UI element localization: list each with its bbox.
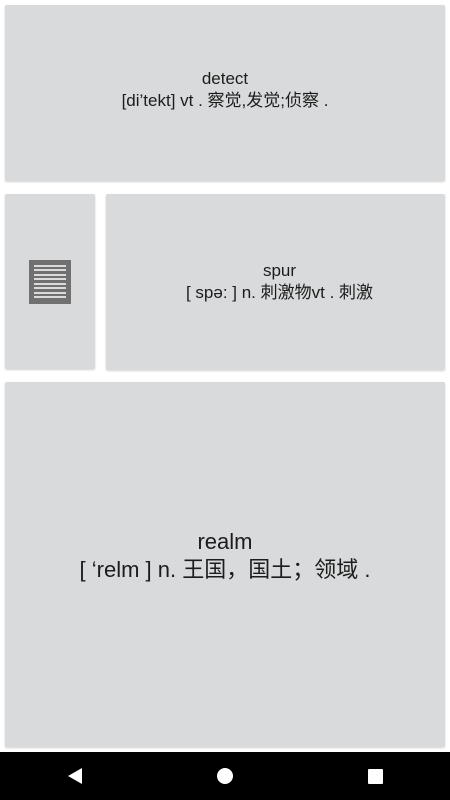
word-card-content: spur [ spə: ] n. 刺激物vt . 刺激 [186, 260, 373, 304]
word-card-content: detect [di’tekt] vt . 察觉,发觉;侦察 . [121, 69, 329, 112]
word-card-realm[interactable]: realm [ ‘relm ] n. 王国，国土；领域 . [5, 382, 445, 747]
word-card-detect[interactable]: detect [di’tekt] vt . 察觉,发觉;侦察 . [5, 5, 445, 181]
word-definition: [ spə: ] n. 刺激物vt . 刺激 [185, 283, 374, 302]
list-lines-icon [29, 259, 71, 304]
word-title: detect [201, 69, 249, 88]
list-icon-card[interactable] [5, 194, 95, 369]
recents-button[interactable] [345, 752, 405, 800]
home-button[interactable] [195, 752, 255, 800]
recents-icon [367, 768, 383, 784]
word-title: spur [262, 261, 297, 280]
back-button[interactable] [45, 752, 105, 800]
system-navigation-bar [0, 752, 450, 800]
word-definition: [ ‘relm ] n. 王国，国土；领域 . [79, 556, 371, 582]
home-icon [217, 768, 233, 784]
word-title: realm [197, 528, 253, 554]
word-card-spur[interactable]: spur [ spə: ] n. 刺激物vt . 刺激 [106, 194, 445, 370]
back-icon [68, 768, 82, 784]
word-definition: [di’tekt] vt . 察觉,发觉;侦察 . [121, 91, 329, 110]
word-card-content: realm [ ‘relm ] n. 王国，国土；领域 . [80, 528, 371, 584]
app-screen: detect [di’tekt] vt . 察觉,发觉;侦察 . spur [ … [0, 0, 450, 800]
